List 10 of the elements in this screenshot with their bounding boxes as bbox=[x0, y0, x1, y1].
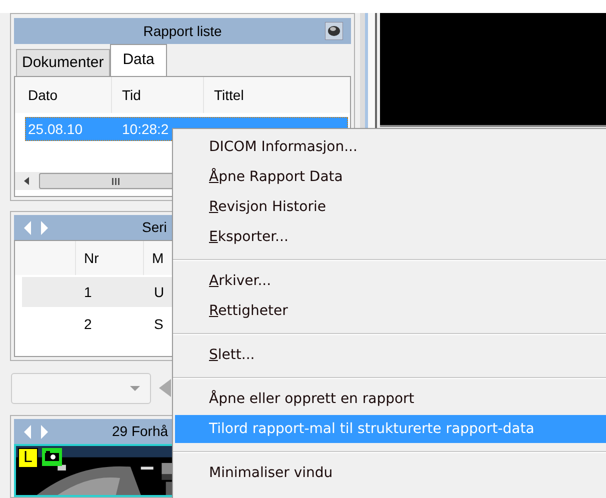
panel-title: Rapport liste bbox=[143, 22, 222, 41]
table-cell-text: 1 bbox=[84, 282, 93, 302]
left-badge: L bbox=[18, 448, 38, 468]
table-cell-text: 2 bbox=[84, 314, 93, 334]
panel-title: 29 Forhå bbox=[112, 422, 168, 441]
table-cell-text: 10:28:2 bbox=[121, 120, 170, 138]
table-cell-text: 25.08.10 bbox=[27, 120, 84, 138]
table-cell-text: S bbox=[154, 314, 164, 334]
panel-title: Seri bbox=[142, 218, 167, 237]
table-cell-text: U bbox=[154, 282, 164, 302]
